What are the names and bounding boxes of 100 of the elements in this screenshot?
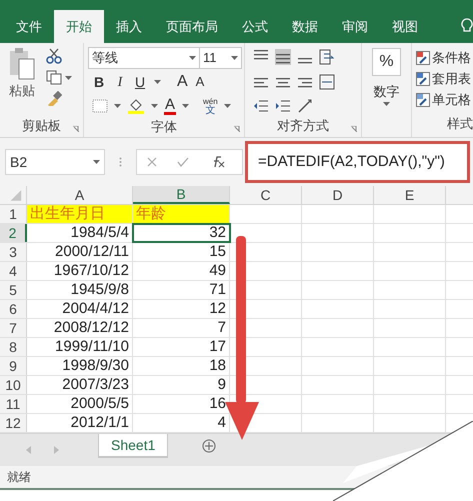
caret-icon[interactable] — [182, 104, 190, 108]
row-header[interactable]: 9 — [0, 357, 27, 375]
scissors-icon[interactable] — [46, 48, 62, 64]
dialog-launcher-icon[interactable] — [234, 126, 240, 132]
lightbulb-icon[interactable] — [461, 18, 473, 34]
clipboard-icon — [8, 47, 36, 81]
group-label: 剪贴板 — [22, 117, 61, 136]
row-header[interactable]: 5 — [0, 281, 27, 299]
formula-field[interactable]: =DATEDIF(A2,TODAY(),"y") — [245, 141, 470, 183]
table-cell: 7 — [133, 319, 230, 337]
orientation-icon[interactable] — [297, 98, 313, 114]
italic-button[interactable]: I — [114, 72, 126, 92]
ribbon-tab[interactable]: 公式 — [230, 10, 280, 43]
caret-icon[interactable] — [154, 80, 161, 84]
row-header[interactable]: 11 — [0, 395, 27, 413]
ribbon-tab[interactable]: 页面布局 — [154, 10, 230, 43]
conditional-format-icon — [416, 50, 430, 64]
decrease-indent-icon[interactable] — [253, 98, 269, 114]
table-cell: 49 — [133, 262, 230, 280]
style-menu-item[interactable]: 套用表 — [416, 68, 473, 89]
row-header[interactable]: 3 — [0, 243, 27, 261]
caret-icon[interactable] — [231, 56, 238, 60]
table-cell: 18 — [133, 357, 230, 375]
row-header[interactable]: 4 — [0, 262, 27, 280]
table-cell: 1984/5/4 — [27, 224, 133, 242]
status-text: 就绪 — [7, 469, 31, 486]
percent-icon: % — [372, 48, 401, 76]
bold-button[interactable]: B — [92, 72, 106, 92]
phonetic-button[interactable]: wén 文 — [203, 97, 218, 115]
row-header[interactable]: 1 — [0, 205, 27, 223]
style-menu-item[interactable]: 条件格 — [416, 47, 473, 68]
caret-icon[interactable] — [93, 160, 100, 164]
increase-indent-icon[interactable] — [275, 98, 291, 114]
caret-icon[interactable] — [189, 56, 196, 60]
underline-button[interactable]: U — [134, 72, 146, 92]
font-size-field[interactable]: 11 — [200, 47, 242, 69]
table-cell: 1967/10/12 — [27, 262, 133, 280]
ribbon-tab[interactable]: 数据 — [280, 10, 330, 43]
table-cell: 年龄 — [133, 205, 230, 223]
ribbon-tab[interactable]: 视图 — [380, 10, 430, 43]
row-header[interactable]: 6 — [0, 300, 27, 318]
cell-style-icon — [416, 92, 430, 106]
table-cell: 2012/1/1 — [27, 414, 133, 432]
column-header[interactable]: D — [302, 186, 374, 204]
caret-icon[interactable] — [383, 102, 390, 106]
table-cell: 2008/12/12 — [27, 319, 133, 337]
table-cell: 15 — [133, 243, 230, 261]
table-cell: 12 — [133, 300, 230, 318]
wrap-text-icon[interactable] — [319, 49, 335, 65]
copy-icon[interactable] — [46, 70, 62, 85]
paste-button[interactable]: 粘贴 — [0, 47, 36, 115]
grow-font-button[interactable]: A — [177, 70, 188, 94]
group-label: 字体 — [151, 118, 177, 136]
table-cell: 2000/5/5 — [27, 395, 133, 413]
table-cell: 2007/3/23 — [27, 376, 133, 394]
table-cell: 2004/4/12 — [27, 300, 133, 318]
border-icon[interactable] — [92, 99, 108, 113]
grip-icon — [119, 157, 122, 167]
ribbon-tab[interactable]: 开始 — [54, 10, 104, 43]
sheet-tab[interactable]: Sheet1 — [98, 434, 168, 458]
paintbrush-icon[interactable] — [46, 91, 62, 106]
column-header[interactable]: C — [230, 186, 302, 204]
table-cell: 1999/11/10 — [27, 338, 133, 356]
table-cell: 9 — [133, 376, 230, 394]
caret-icon[interactable] — [151, 104, 158, 108]
fill-color-icon[interactable] — [127, 98, 145, 114]
table-cell: 32 — [133, 224, 230, 242]
group-label: 样式 — [447, 115, 473, 133]
row-header[interactable]: 10 — [0, 376, 27, 394]
table-cell: 4 — [133, 414, 230, 432]
table-cell: 1945/9/8 — [27, 281, 133, 299]
row-header[interactable]: 8 — [0, 338, 27, 356]
caret-icon[interactable] — [224, 104, 231, 108]
table-cell: 出生年月日 — [27, 205, 133, 223]
align-middle-icon[interactable] — [275, 49, 291, 65]
column-header[interactable]: B — [133, 186, 230, 204]
number-format-button[interactable]: % 数字 — [362, 43, 412, 137]
ribbon-tab[interactable]: 审阅 — [330, 10, 380, 43]
name-box[interactable]: B2 — [5, 149, 105, 175]
font-color-button[interactable]: A — [164, 98, 176, 114]
dialog-launcher-icon[interactable] — [73, 126, 79, 132]
merge-cells-icon[interactable] — [319, 74, 335, 90]
row-header[interactable]: 12 — [0, 414, 27, 432]
add-sheet-icon[interactable] — [202, 439, 216, 453]
table-cell: 17 — [133, 338, 230, 356]
ribbon-tab[interactable]: 文件 — [4, 10, 54, 43]
caret-icon[interactable] — [65, 76, 72, 80]
ribbon-tab[interactable]: 插入 — [104, 10, 154, 43]
table-cell: 2000/12/11 — [27, 243, 133, 261]
shrink-font-button[interactable]: A — [196, 72, 204, 92]
style-menu-item[interactable]: 单元格 — [416, 89, 473, 110]
caret-icon[interactable] — [114, 104, 121, 108]
column-header[interactable]: E — [374, 186, 446, 204]
row-header[interactable]: 7 — [0, 319, 27, 337]
table-format-icon — [416, 72, 430, 86]
font-name-field[interactable]: 等线 — [88, 47, 200, 69]
group-label: 对齐方式 — [277, 117, 329, 136]
dialog-launcher-icon[interactable] — [351, 126, 357, 132]
row-header[interactable]: 2 — [0, 224, 27, 242]
check-icon[interactable] — [177, 157, 189, 167]
